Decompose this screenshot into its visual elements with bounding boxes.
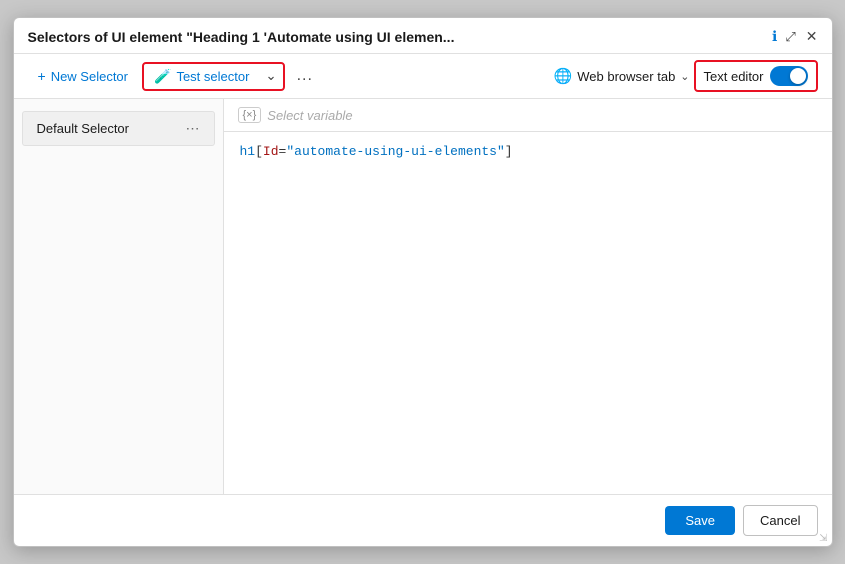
bracket-open: [ (255, 144, 263, 159)
default-selector-item[interactable]: Default Selector ⋯ (22, 111, 215, 146)
dialog-footer: Save Cancel (14, 494, 832, 546)
info-icon[interactable]: ℹ (772, 28, 777, 45)
web-browser-label: Web browser tab (577, 69, 675, 84)
dialog-title: Selectors of UI element "Heading 1 'Auto… (28, 29, 765, 45)
test-selector-group: 🧪 Test selector ⌄ (142, 62, 285, 91)
text-editor-group: Text editor (694, 60, 818, 92)
text-editor-label: Text editor (704, 69, 764, 84)
bracket-close: ] (505, 144, 513, 159)
default-selector-label: Default Selector (37, 121, 130, 136)
flask-icon: 🧪 (154, 68, 171, 85)
code-attr-name: Id (263, 144, 279, 159)
equals: = (279, 144, 287, 159)
variable-icon: {×} (238, 107, 262, 123)
code-line: h1 [ Id = "automate-using-ui-elements" ] (240, 144, 816, 159)
code-editor[interactable]: h1 [ Id = "automate-using-ui-elements" ] (224, 132, 832, 494)
cancel-button[interactable]: Cancel (743, 505, 817, 536)
sidebar: Default Selector ⋯ (14, 99, 224, 494)
web-icon: 🌐 (554, 67, 573, 85)
close-icon[interactable]: ✕ (806, 28, 818, 45)
dialog-titlebar: Selectors of UI element "Heading 1 'Auto… (14, 18, 832, 54)
chevron-icon: ⌄ (265, 68, 276, 83)
toolbar: + New Selector 🧪 Test selector ⌄ ... 🌐 W… (14, 54, 832, 99)
editor-area: {×} Select variable h1 [ Id = "automate-… (224, 99, 832, 494)
test-selector-chevron[interactable]: ⌄ (259, 64, 282, 88)
code-attr-value: "automate-using-ui-elements" (286, 144, 504, 159)
code-tag: h1 (240, 144, 256, 159)
plus-icon: + (38, 68, 46, 84)
new-selector-button[interactable]: + New Selector (28, 63, 139, 89)
variable-placeholder[interactable]: Select variable (267, 108, 352, 123)
save-button[interactable]: Save (665, 506, 735, 535)
test-selector-button[interactable]: 🧪 Test selector (144, 64, 259, 89)
sidebar-item-more[interactable]: ⋯ (186, 120, 200, 137)
test-selector-label: Test selector (176, 69, 249, 84)
web-browser-group[interactable]: 🌐 Web browser tab ⌄ (554, 67, 690, 85)
web-browser-chevron: ⌄ (680, 70, 689, 83)
text-editor-toggle[interactable] (770, 66, 808, 86)
resize-handle[interactable]: ⇲ (819, 533, 827, 544)
more-options-button[interactable]: ... (289, 62, 321, 90)
new-selector-label: New Selector (51, 69, 128, 84)
main-content: Default Selector ⋯ {×} Select variable h… (14, 99, 832, 494)
variable-bar: {×} Select variable (224, 99, 832, 132)
title-actions: ⤢ ✕ (785, 28, 817, 45)
expand-icon[interactable]: ⤢ (785, 29, 795, 45)
dialog: Selectors of UI element "Heading 1 'Auto… (13, 17, 833, 547)
